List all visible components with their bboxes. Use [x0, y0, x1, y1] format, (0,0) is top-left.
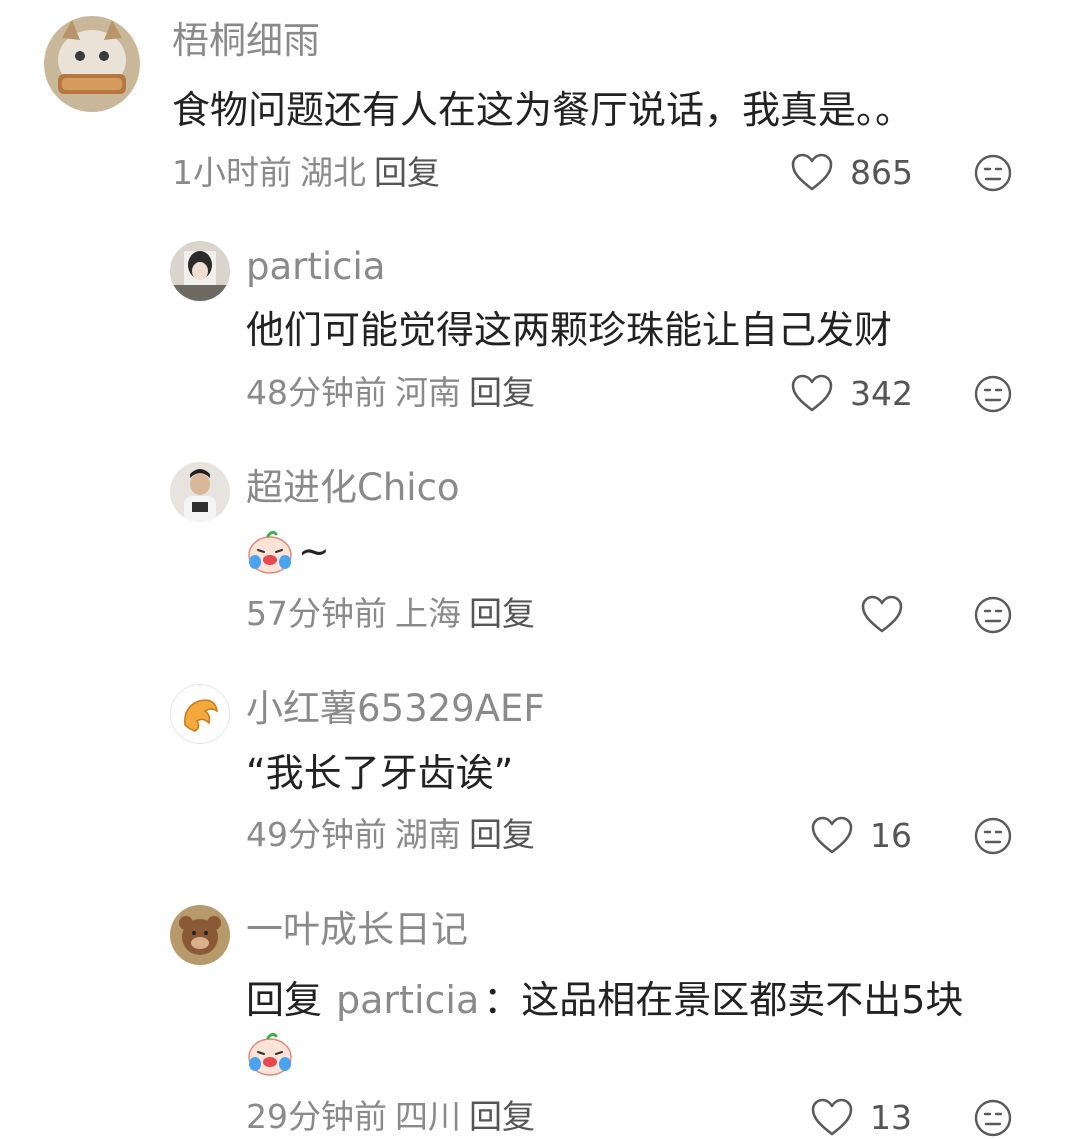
avatar[interactable] [44, 16, 140, 112]
avatar[interactable] [170, 905, 230, 965]
comment-meta: 29分钟前 四川 回复 [246, 1100, 543, 1133]
heart-outline-icon [791, 374, 833, 412]
comment-time: 48分钟前 [246, 373, 387, 412]
like-count: 342 [850, 373, 913, 413]
comment-time: 57分钟前 [246, 594, 387, 633]
username[interactable]: particia [246, 248, 385, 285]
heart-outline-icon [861, 595, 903, 633]
username[interactable]: 超进化Chico [246, 469, 460, 506]
like-button[interactable]: 13 [810, 1095, 912, 1139]
like-count: 13 [870, 1097, 912, 1137]
comment-meta: 57分钟前 上海 回复 [246, 597, 543, 630]
comment-location: 湖南 [395, 815, 461, 854]
comment-body: ：这品相在景区都卖不出5块 [483, 978, 964, 1022]
comment-location: 上海 [395, 594, 461, 633]
reply-target-username[interactable]: particia [336, 978, 479, 1022]
reply-button[interactable]: 回复 [469, 815, 535, 854]
comment-text[interactable]: “我长了牙齿诶” [246, 754, 513, 792]
comment-text[interactable]: ~ [246, 528, 330, 574]
comment-time: 29分钟前 [246, 1097, 387, 1136]
comment-time: 49分钟前 [246, 815, 387, 854]
crying-laughing-emoji [248, 1032, 292, 1076]
comment-text[interactable]: 他们可能觉得这两颗珍珠能让自己发财 [246, 311, 892, 349]
unamused-face-icon[interactable] [973, 374, 1013, 414]
crying-laughing-emoji [248, 530, 292, 574]
unamused-face-icon[interactable] [973, 816, 1013, 856]
reply-button[interactable]: 回复 [374, 153, 440, 192]
heart-outline-icon [811, 1098, 853, 1136]
avatar[interactable] [170, 241, 230, 301]
comment-meta: 1小时前 湖北 回复 [172, 156, 448, 189]
heart-outline-icon [791, 153, 833, 191]
reply-button[interactable]: 回复 [469, 1097, 535, 1136]
like-button[interactable]: 865 [790, 150, 913, 194]
like-count: 865 [850, 152, 913, 192]
reply-button[interactable]: 回复 [469, 373, 535, 412]
unamused-face-icon[interactable] [973, 1098, 1013, 1138]
comment-meta: 49分钟前 湖南 回复 [246, 818, 543, 851]
username[interactable]: 梧桐细雨 [172, 22, 320, 59]
username[interactable]: 一叶成长日记 [246, 911, 468, 948]
comment-emoji-line [246, 1030, 294, 1076]
like-count: 16 [870, 815, 912, 855]
username[interactable]: 小红薯65329AEF [246, 690, 545, 727]
comment-time: 1小时前 [172, 153, 292, 192]
comment-location: 四川 [395, 1097, 461, 1136]
comment-text[interactable]: 食物问题还有人在这为餐厅说话，我真是。。 [172, 91, 913, 129]
comment-meta: 48分钟前 河南 回复 [246, 376, 543, 409]
comment-text-suffix: ~ [298, 529, 330, 573]
avatar[interactable] [170, 462, 230, 522]
comment-location: 湖北 [300, 153, 366, 192]
like-button[interactable] [860, 592, 904, 636]
like-button[interactable]: 342 [790, 371, 913, 415]
unamused-face-icon[interactable] [973, 595, 1013, 635]
comment-text[interactable]: 回复 particia ：这品相在景区都卖不出5块 [246, 981, 963, 1019]
like-button[interactable]: 16 [810, 813, 912, 857]
avatar[interactable] [170, 684, 230, 744]
reply-button[interactable]: 回复 [469, 594, 535, 633]
comment-location: 河南 [395, 373, 461, 412]
unamused-face-icon[interactable] [973, 153, 1013, 193]
heart-outline-icon [811, 816, 853, 854]
reply-prefix: 回复 [246, 978, 323, 1022]
